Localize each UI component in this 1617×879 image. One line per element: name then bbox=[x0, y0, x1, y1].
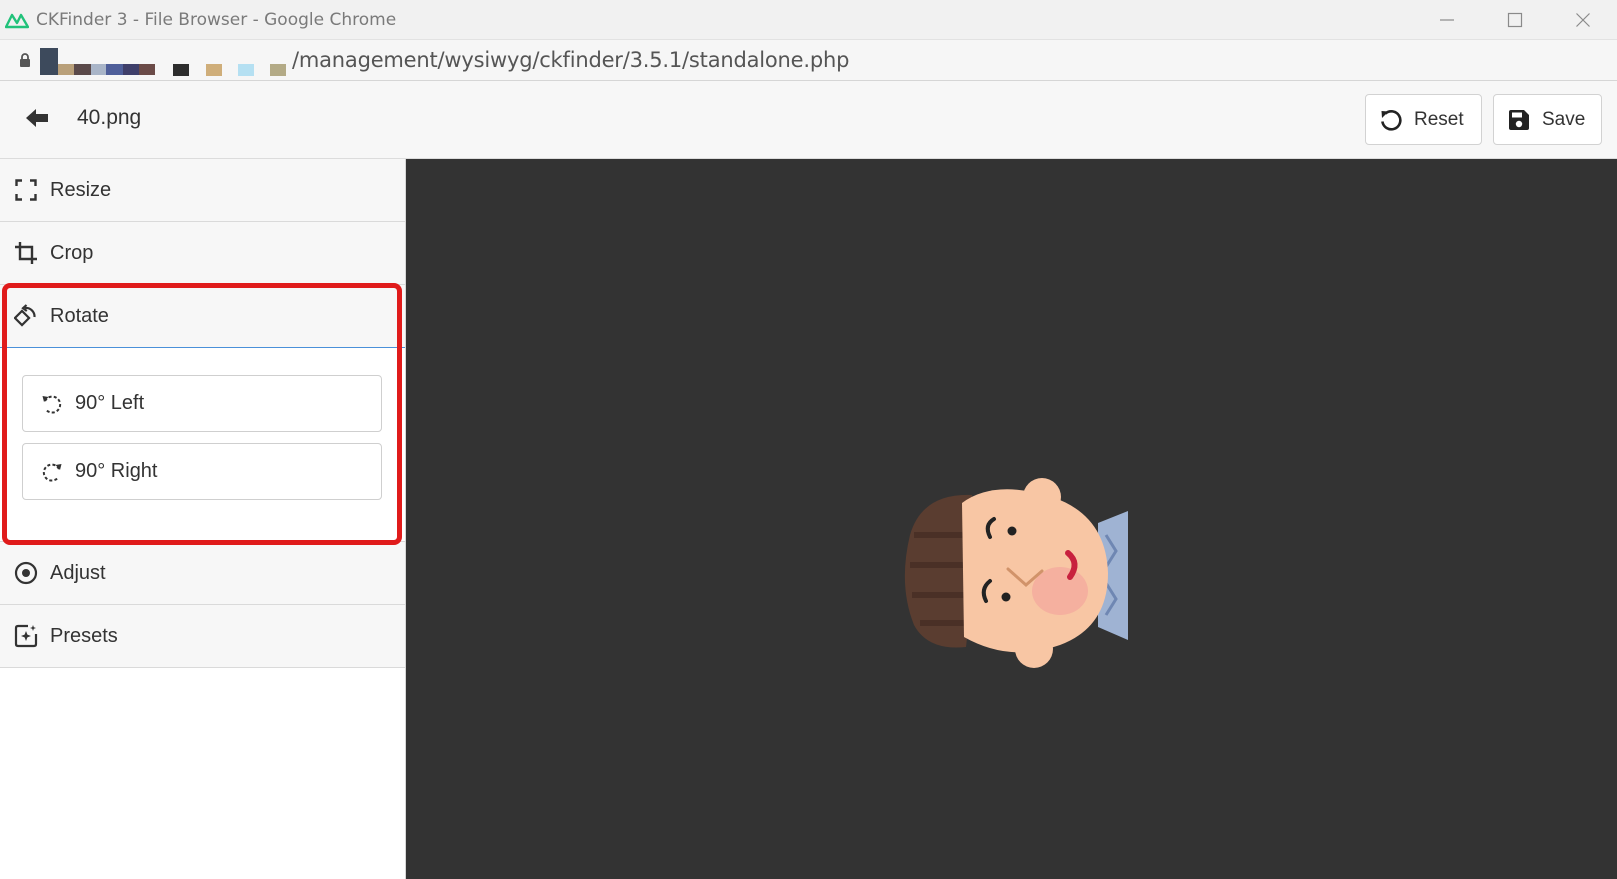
image-canvas bbox=[406, 159, 1617, 879]
rotate-left-label: 90° Left bbox=[75, 392, 145, 414]
file-name: 40.png bbox=[77, 106, 142, 129]
redacted-domain bbox=[40, 44, 292, 76]
lock-icon bbox=[18, 52, 32, 68]
sidebar-item-label: Adjust bbox=[50, 561, 106, 584]
reset-button[interactable]: Reset bbox=[1365, 94, 1482, 145]
tools-sidebar: Resize Crop Rotate 90° Left 90° Right Ad… bbox=[0, 159, 406, 879]
browser-title-bar: CKFinder 3 - File Browser - Google Chrom… bbox=[0, 0, 1617, 39]
rotate-right-label: 90° Right bbox=[75, 460, 158, 482]
arrow-left-icon bbox=[26, 109, 48, 127]
window-title: CKFinder 3 - File Browser - Google Chrom… bbox=[36, 9, 397, 30]
rotate-icon bbox=[13, 303, 39, 329]
back-button[interactable] bbox=[22, 103, 52, 133]
adjust-icon bbox=[13, 560, 39, 586]
reset-icon bbox=[1378, 107, 1404, 133]
presets-icon bbox=[13, 623, 39, 649]
save-button[interactable]: Save bbox=[1493, 94, 1602, 145]
ckfinder-logo-icon bbox=[4, 9, 30, 31]
sidebar-item-resize[interactable]: Resize bbox=[0, 159, 405, 222]
close-icon bbox=[1576, 12, 1590, 27]
sidebar-item-adjust[interactable]: Adjust bbox=[0, 542, 405, 605]
window-controls bbox=[1413, 0, 1617, 39]
sidebar-item-crop[interactable]: Crop bbox=[0, 222, 405, 285]
rotate-right-button[interactable]: 90° Right bbox=[22, 443, 382, 500]
sidebar-item-label: Presets bbox=[50, 624, 118, 647]
editor-header: 40.png Reset Save bbox=[0, 81, 1617, 159]
edited-image bbox=[904, 478, 1128, 668]
sidebar-item-label: Rotate bbox=[50, 304, 109, 327]
reset-label: Reset bbox=[1414, 108, 1464, 130]
crop-icon bbox=[13, 240, 39, 266]
rotate-options-panel: 90° Left 90° Right bbox=[0, 349, 405, 542]
sidebar-item-label: Crop bbox=[50, 241, 94, 264]
resize-icon bbox=[13, 177, 39, 203]
floppy-disk-icon bbox=[1506, 107, 1532, 133]
maximize-button[interactable] bbox=[1481, 0, 1549, 39]
close-window-button[interactable] bbox=[1549, 0, 1617, 39]
sidebar-item-presets[interactable]: Presets bbox=[0, 605, 405, 668]
sidebar-item-label: Resize bbox=[50, 178, 112, 201]
sidebar-item-rotate[interactable]: Rotate bbox=[0, 285, 405, 348]
url-text[interactable]: /management/wysiwyg/ckfinder/3.5.1/stand… bbox=[292, 48, 849, 72]
minimize-icon bbox=[1440, 18, 1454, 21]
maximize-icon bbox=[1507, 12, 1523, 27]
rotate-left-icon bbox=[40, 392, 64, 416]
rotate-left-button[interactable]: 90° Left bbox=[22, 375, 382, 432]
minimize-button[interactable] bbox=[1413, 0, 1481, 39]
address-bar[interactable]: /management/wysiwyg/ckfinder/3.5.1/stand… bbox=[0, 39, 1617, 81]
rotate-right-icon bbox=[40, 460, 64, 484]
save-label: Save bbox=[1542, 108, 1586, 130]
